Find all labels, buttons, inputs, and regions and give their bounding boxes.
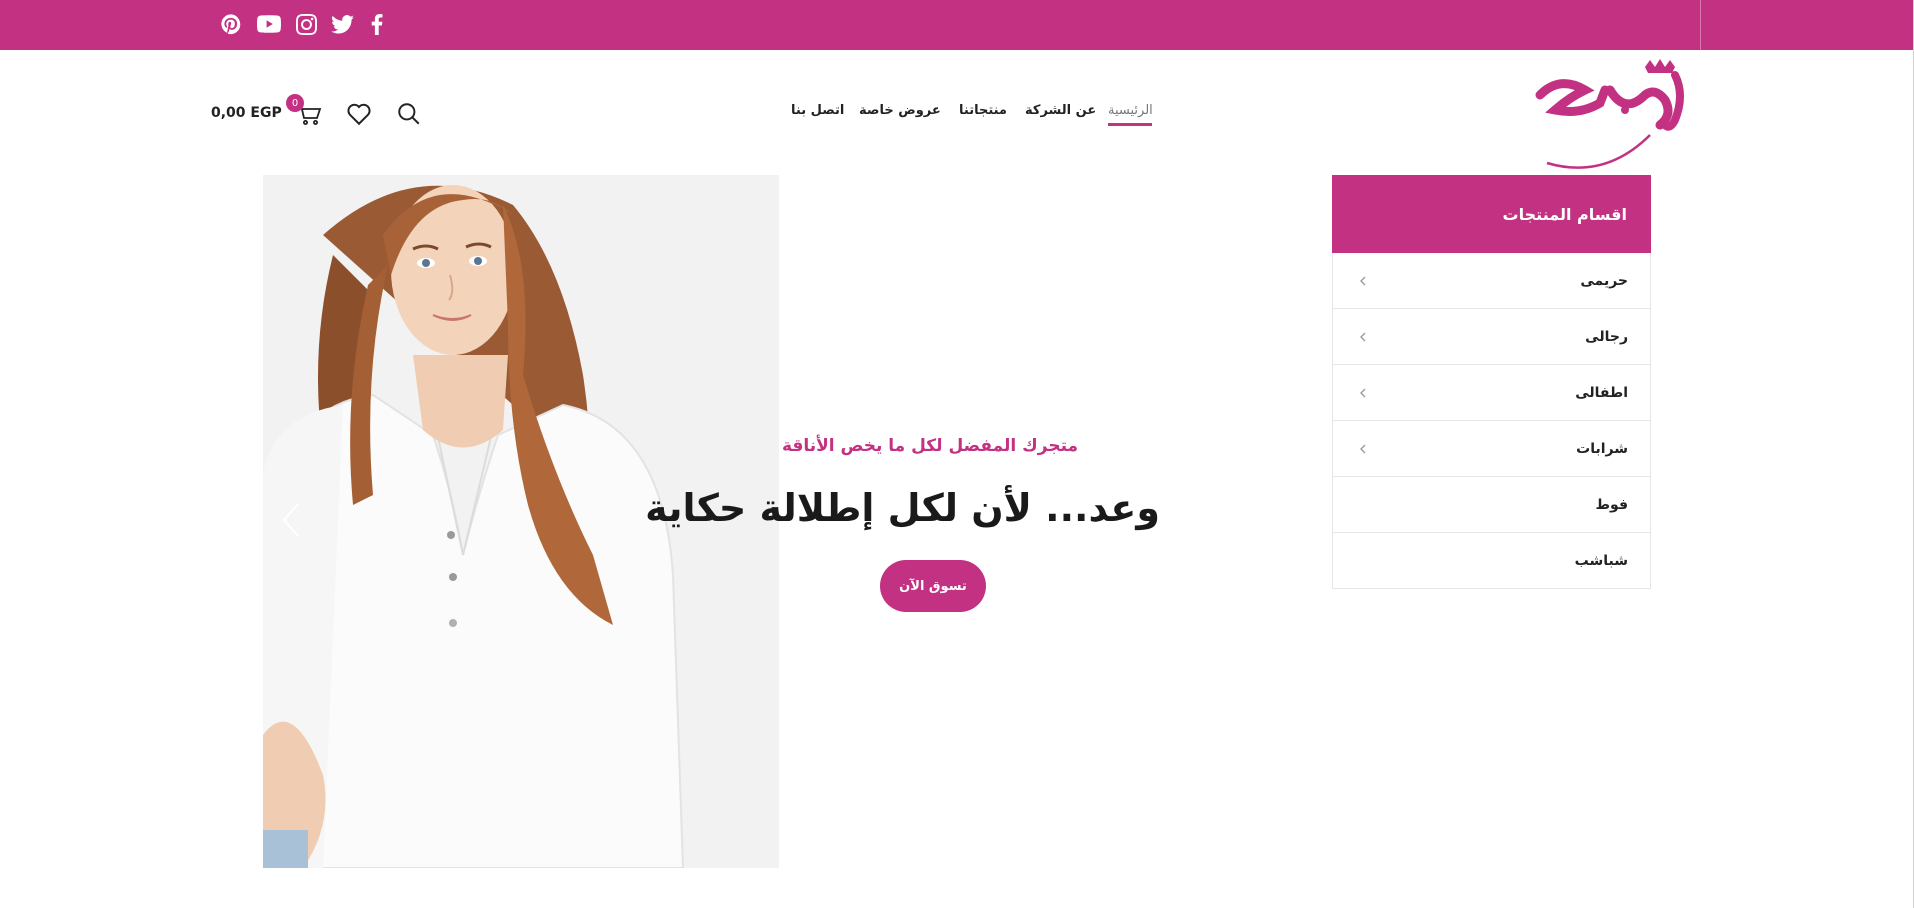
nav-about[interactable]: عن الشركة [1025, 103, 1096, 118]
nav-active-indicator [1108, 123, 1152, 126]
search-icon[interactable] [394, 99, 424, 129]
category-item-slippers[interactable]: شباشب [1332, 533, 1651, 589]
category-label: فوط [1595, 496, 1628, 513]
cart-total[interactable]: 0,00 EGP [211, 105, 282, 121]
slider-prev-arrow[interactable] [280, 500, 302, 540]
hero-title: وعد... لأن لكل إطلالة حكاية [645, 486, 1160, 530]
nav-home[interactable]: الرئيسية [1108, 103, 1153, 118]
chevron-left-icon [1360, 388, 1366, 397]
brand-logo[interactable] [1525, 55, 1695, 170]
pinterest-icon[interactable] [218, 11, 244, 37]
shop-now-button[interactable]: تسوق الآن [880, 560, 986, 612]
nav-offers[interactable]: عروض خاصة [859, 103, 941, 118]
instagram-icon[interactable] [293, 11, 319, 37]
category-item-socks[interactable]: شرابات [1332, 421, 1651, 477]
hero-subtitle: متجرك المفضل لكل ما يخص الأناقة [781, 436, 1079, 456]
chevron-left-icon [1360, 332, 1366, 341]
facebook-icon[interactable] [364, 11, 390, 37]
heart-icon[interactable] [344, 99, 374, 129]
category-item-women[interactable]: حريمى [1332, 253, 1651, 309]
category-label: شباشب [1574, 552, 1628, 569]
top-bar-divider [1700, 0, 1701, 50]
categories-panel: اقسام المنتجات حريمى رجالى اطفالى شرابات… [1332, 175, 1651, 589]
category-label: حريمى [1580, 272, 1628, 289]
category-item-towels[interactable]: فوط [1332, 477, 1651, 533]
category-label: شرابات [1576, 440, 1628, 457]
category-item-kids[interactable]: اطفالى [1332, 365, 1651, 421]
twitter-icon[interactable] [329, 11, 355, 37]
categories-title: اقسام المنتجات [1332, 175, 1651, 253]
nav-products[interactable]: منتجاتنا [959, 103, 1007, 118]
nav-contact[interactable]: اتصل بنا [791, 103, 844, 118]
chevron-left-icon [1360, 444, 1366, 453]
top-bar [0, 0, 1914, 50]
category-item-men[interactable]: رجالى [1332, 309, 1651, 365]
youtube-icon[interactable] [256, 11, 282, 37]
cart-count-badge: 0 [286, 94, 304, 112]
chevron-left-icon [1360, 276, 1366, 285]
category-label: رجالى [1585, 328, 1628, 345]
category-label: اطفالى [1575, 384, 1628, 401]
